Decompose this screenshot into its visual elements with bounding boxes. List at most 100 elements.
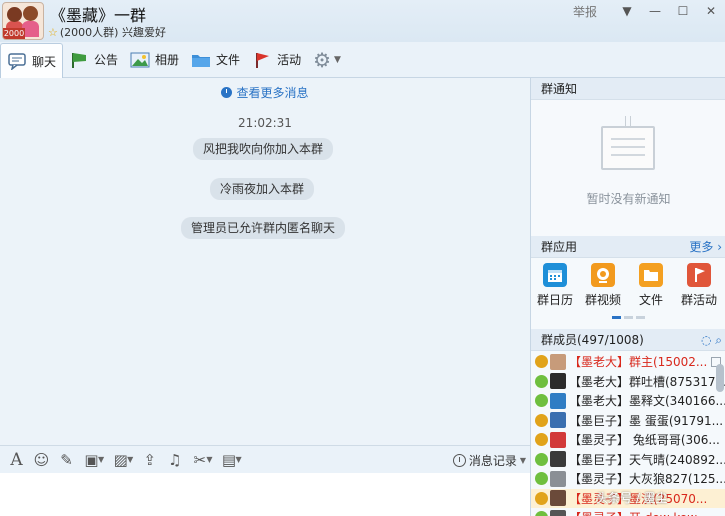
notice-board-icon bbox=[625, 116, 631, 126]
app-activity-label: 群活动 bbox=[680, 293, 717, 307]
chevron-down-icon[interactable]: ▼ bbox=[98, 455, 104, 464]
chat-area[interactable]: 查看更多消息 21:02:31 风把我吹向你加入本群 冷雨夜加入本群 管理员已允… bbox=[0, 78, 530, 445]
star-icon: ☆ bbox=[48, 26, 58, 39]
member-row[interactable]: 【墨巨子】墨 蛋蛋(91791... bbox=[531, 411, 725, 431]
group-name[interactable]: 《墨藏》一群 bbox=[50, 2, 146, 26]
member-avatar[interactable] bbox=[550, 373, 566, 390]
group-avatar[interactable]: 2000 bbox=[2, 2, 44, 40]
app-files-label: 文件 bbox=[638, 293, 663, 307]
system-message: 冷雨夜加入本群 bbox=[210, 178, 315, 200]
main-toolbar: 聊天 公告 相册 文件 活动 ⚙ ▼ bbox=[0, 42, 725, 79]
member-avatar[interactable] bbox=[550, 392, 566, 409]
chevron-down-icon[interactable]: ▼ bbox=[235, 455, 241, 464]
input-toolbar: A ☺ ✎ ▣ ▼ ▨ ▼ ⇪ ♫ ✂ ▼ ▤ ▼ 消息记录 ▼ bbox=[0, 445, 530, 473]
tab-announcement[interactable]: 公告 bbox=[63, 43, 124, 77]
apps-pager[interactable] bbox=[612, 316, 645, 319]
apps-more-link[interactable]: 更多 › bbox=[689, 236, 722, 258]
member-row[interactable]: 【墨老大】群吐槽(875317... bbox=[531, 372, 725, 392]
clock-icon bbox=[221, 87, 233, 98]
apps-title: 群应用 bbox=[541, 240, 578, 254]
notice-body: 暂时没有新通知 bbox=[531, 100, 725, 236]
member-row[interactable]: 【墨老大】群主(15002... bbox=[531, 352, 725, 372]
member-avatar[interactable] bbox=[550, 353, 566, 370]
member-list-scrollbar[interactable] bbox=[716, 364, 724, 392]
watermark: 头条号 / 墨尘 bbox=[596, 491, 668, 505]
member-row[interactable]: 【墨灵子】开 dow kow bbox=[531, 508, 725, 516]
activity-flag-icon bbox=[252, 51, 272, 69]
apps-header: 群应用 更多 › bbox=[531, 236, 725, 258]
member-avatar[interactable] bbox=[550, 490, 566, 507]
notice-board-icon bbox=[601, 126, 655, 170]
member-name: 【墨灵子】大灰狼827(125... bbox=[569, 472, 725, 487]
tab-album[interactable]: 相册 bbox=[124, 43, 185, 77]
member-avatar[interactable] bbox=[550, 412, 566, 429]
member-row[interactable]: 【墨巨子】天气晴(240892... bbox=[531, 450, 725, 470]
member-status-icon bbox=[535, 374, 548, 388]
notice-header: 群通知 bbox=[531, 78, 725, 100]
member-avatar[interactable] bbox=[550, 470, 566, 487]
group-size: (2000人群) bbox=[59, 26, 119, 39]
tab-announcement-label: 公告 bbox=[94, 53, 119, 67]
members-header: 群成员(497/1008) ◌ ⌕ bbox=[531, 329, 725, 351]
member-status-icon bbox=[535, 452, 548, 466]
group-subtitle: ☆ (2000人群) 兴趣爱好 bbox=[48, 24, 166, 40]
notice-title: 群通知 bbox=[541, 82, 578, 96]
app-video-label: 群视频 bbox=[584, 293, 621, 307]
apps-grid: 群日历 群视频 文件 群活动 bbox=[531, 259, 725, 331]
member-name: 【墨巨子】墨 蛋蛋(91791... bbox=[569, 413, 724, 428]
member-avatar[interactable] bbox=[550, 431, 566, 448]
chat-bubble-icon[interactable]: ◌ bbox=[701, 333, 711, 347]
minimize-icon[interactable]: — bbox=[641, 4, 669, 18]
tab-chat[interactable]: 聊天 bbox=[0, 42, 64, 79]
maximize-icon[interactable]: ☐ bbox=[669, 4, 697, 18]
system-message: 风把我吹向你加入本群 bbox=[193, 138, 334, 160]
member-name: 【墨老大】群主(15002... bbox=[569, 355, 708, 370]
message-history-button[interactable]: 消息记录 ▼ bbox=[452, 452, 526, 469]
magic-wand-icon[interactable]: ✎ bbox=[54, 451, 79, 469]
chevron-down-icon: ▼ bbox=[334, 54, 341, 65]
emoji-icon[interactable]: ☺ bbox=[29, 451, 54, 469]
more-messages-link[interactable]: 查看更多消息 bbox=[0, 84, 530, 101]
close-icon[interactable]: ✕ bbox=[697, 4, 725, 18]
members-actions: ◌ ⌕ bbox=[701, 329, 722, 351]
member-avatar[interactable] bbox=[550, 451, 566, 468]
window-controls: 举报 ▼ — ☐ ✕ bbox=[573, 2, 725, 20]
member-status-icon bbox=[535, 355, 548, 369]
tab-activity[interactable]: 活动 bbox=[246, 43, 307, 77]
member-row[interactable]: 【墨灵子】 兔纸哥哥(306... bbox=[531, 430, 725, 450]
member-row[interactable]: 【墨老大】墨释文(340166... bbox=[531, 391, 725, 411]
tab-activity-label: 活动 bbox=[277, 53, 302, 67]
chat-bubble-icon bbox=[7, 52, 27, 71]
photo-album-icon bbox=[130, 51, 150, 69]
clock-icon bbox=[452, 454, 466, 467]
avatar-badge: 2000 bbox=[3, 28, 25, 39]
app-video[interactable]: 群视频 bbox=[579, 259, 627, 331]
search-icon[interactable]: ⌕ bbox=[715, 333, 722, 347]
member-status-icon bbox=[535, 394, 548, 408]
chevron-down-icon[interactable]: ▼ bbox=[206, 455, 212, 464]
gear-icon: ⚙ bbox=[313, 47, 332, 72]
app-calendar-label: 群日历 bbox=[536, 293, 573, 307]
upload-icon[interactable]: ⇪ bbox=[137, 451, 162, 469]
member-name: 【墨老大】群吐槽(875317... bbox=[569, 374, 725, 389]
member-row[interactable]: 【墨灵子】大灰狼827(125... bbox=[531, 469, 725, 489]
tab-files[interactable]: 文件 bbox=[185, 43, 246, 77]
member-status-icon bbox=[535, 472, 548, 486]
app-activity[interactable]: 群活动 bbox=[675, 259, 723, 331]
message-history-label: 消息记录 bbox=[468, 454, 517, 468]
dropdown-arrow-icon[interactable]: ▼ bbox=[613, 4, 641, 18]
report-button[interactable]: 举报 bbox=[573, 3, 597, 20]
side-panel: 群通知 暂时没有新通知 群应用 更多 › 群日历 群视频 文件 群活动 群成员(… bbox=[530, 78, 725, 516]
settings-menu[interactable]: ⚙ ▼ bbox=[307, 43, 347, 77]
chevron-down-icon[interactable]: ▼ bbox=[127, 455, 133, 464]
font-icon[interactable]: A bbox=[4, 450, 29, 470]
app-files[interactable]: 文件 bbox=[627, 259, 675, 331]
member-avatar[interactable] bbox=[550, 509, 566, 516]
more-messages-label: 查看更多消息 bbox=[236, 86, 309, 100]
music-note-icon[interactable]: ♫ bbox=[162, 451, 187, 469]
group-tag[interactable]: 兴趣爱好 bbox=[122, 26, 166, 39]
app-calendar[interactable]: 群日历 bbox=[531, 259, 579, 331]
message-timestamp: 21:02:31 bbox=[238, 116, 292, 130]
calendar-icon bbox=[543, 263, 567, 287]
message-input[interactable] bbox=[0, 473, 530, 516]
